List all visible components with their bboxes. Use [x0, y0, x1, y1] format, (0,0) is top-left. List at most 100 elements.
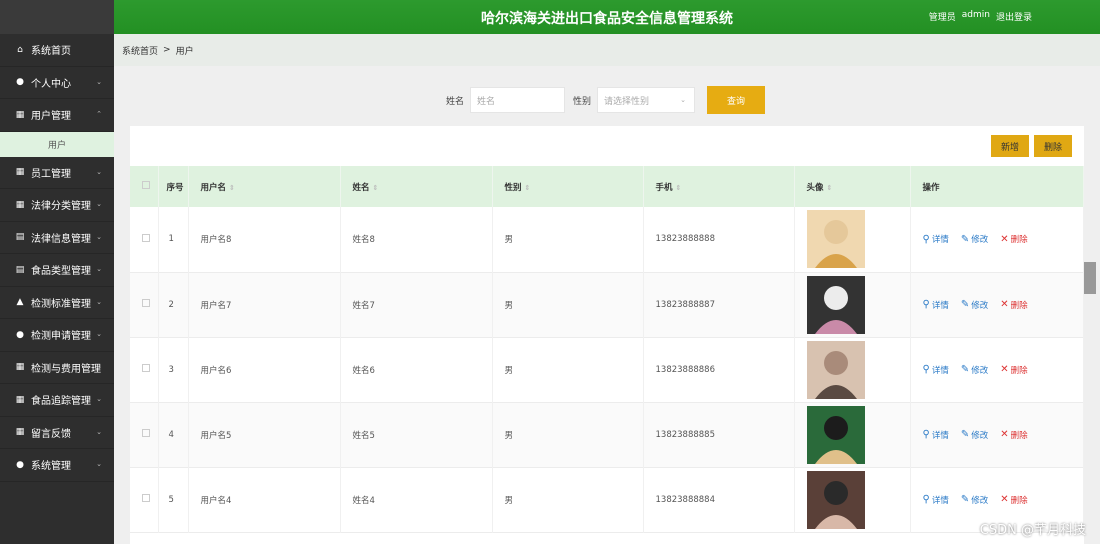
detail-button[interactable]: ⚲ 详情: [922, 233, 949, 246]
delete-button[interactable]: ✕ 删除: [1000, 233, 1028, 246]
edit-label: 修改: [971, 235, 989, 246]
row-username: 用户名4: [188, 467, 341, 532]
row-checkbox[interactable]: [130, 272, 159, 337]
edit-button[interactable]: ✎ 修改: [961, 494, 988, 506]
row-gender: 男: [492, 467, 644, 532]
delete-button[interactable]: ✕ 删除: [1000, 364, 1027, 376]
bulb-icon: ●: [16, 329, 24, 340]
gender-select[interactable]: 请选择性别 ⌄: [597, 87, 696, 113]
sidebar: ⌂ 系统首页 ● 个人中心 ⌄ ▦ 用户管理 ⌃ 用户 ▦ 员工管理 ⌄ ▦ 法律分类管理 ⌄ ▤ 法律信息管理…: [0, 0, 114, 544]
add-button[interactable]: 新增: [991, 135, 1029, 157]
search-icon: ⚲: [922, 233, 930, 245]
batch-delete-button[interactable]: 删除: [1034, 135, 1072, 157]
sidebar-item[interactable]: ⌂ 系统首页: [0, 34, 114, 67]
detail-label: 详情: [931, 235, 949, 246]
select-all-checkbox[interactable]: [130, 166, 159, 207]
col-username[interactable]: 用户名 ⇕: [188, 166, 341, 207]
row-phone: 13823888884: [643, 467, 795, 532]
row-gender: 男: [492, 402, 644, 467]
delete-label: 删除: [1010, 365, 1028, 376]
row-name: 姓名5: [340, 402, 493, 467]
row-checkbox[interactable]: [130, 467, 159, 532]
detail-button[interactable]: ⚲ 详情: [923, 429, 949, 441]
close-icon: ✕: [1000, 233, 1009, 245]
watermark: CSDN @芊月科技: [979, 523, 1086, 538]
sidebar-item[interactable]: ▦ 用户管理 ⌃: [0, 99, 114, 132]
search-form: 姓名 姓名 性别 请选择性别 ⌄ 查询: [446, 86, 766, 114]
clipboard-icon: ▤: [15, 232, 25, 243]
logout-link[interactable]: 退出登录: [996, 10, 1032, 23]
delete-button[interactable]: ✕ 删除: [1000, 299, 1027, 311]
row-avatar: [794, 272, 911, 337]
grid-icon: ▦: [15, 394, 25, 405]
sidebar-item[interactable]: ▦ 法律分类管理 ⌄: [0, 189, 114, 222]
delete-button[interactable]: ✕ 删除: [1000, 494, 1027, 506]
chevron-icon: ⌄: [96, 232, 102, 241]
detail-button[interactable]: ⚲ 详情: [923, 299, 949, 311]
delete-label: 删除: [1010, 235, 1028, 246]
edit-label: 修改: [971, 300, 989, 311]
sidebar-item[interactable]: ▦ 食品追踪管理 ⌄: [0, 384, 114, 417]
col-avatar[interactable]: 头像 ⇕: [794, 166, 911, 207]
chevron-icon: ⌄: [96, 297, 102, 306]
row-phone: 13823888885: [643, 402, 795, 467]
chevron-down-icon: ⌄: [680, 96, 687, 104]
sidebar-item[interactable]: ▲ 检测标准管理 ⌄: [0, 287, 114, 319]
row-phone: 13823888887: [643, 272, 795, 337]
row-checkbox[interactable]: [130, 207, 159, 272]
home-icon: ⌂: [17, 44, 23, 55]
page-scrollbar[interactable]: [1084, 262, 1096, 294]
sidebar-item[interactable]: ▦ 留言反馈 ⌄: [0, 417, 114, 449]
name-search-input[interactable]: 姓名: [470, 87, 566, 113]
sidebar-item-label: 用户管理: [31, 111, 71, 123]
sidebar-item[interactable]: ▤ 法律信息管理 ⌄: [0, 222, 114, 254]
avatar-image: [806, 340, 865, 399]
detail-button[interactable]: ⚲ 详情: [923, 494, 949, 506]
row-index: 2: [158, 272, 189, 337]
gender-select-placeholder: 请选择性别: [604, 96, 650, 107]
chevron-icon: ⌄: [96, 362, 102, 371]
search-icon: ⚲: [922, 299, 930, 310]
chevron-icon: ⌄: [96, 427, 102, 436]
col-name[interactable]: 姓名 ⇕: [340, 166, 493, 207]
sidebar-item-label: 检测与费用管理: [31, 363, 101, 375]
row-checkbox[interactable]: [130, 402, 159, 467]
chevron-icon: ⌄: [96, 200, 102, 208]
chevron-icon: ⌄: [96, 330, 102, 338]
table-body: 1 用户名8 姓名8 男 13823888888 ⚲ 详情 ✎ 修改 ✕ 删除 2 用户名7 姓名7 男 13…: [130, 207, 1084, 532]
breadcrumb-home[interactable]: 系统首页: [122, 44, 158, 57]
sidebar-item[interactable]: ▤ 食品类型管理 ⌄: [0, 254, 114, 287]
search-icon: ⚲: [922, 364, 930, 375]
sidebar-subitem-user[interactable]: 用户: [0, 131, 114, 157]
delete-button[interactable]: ✕ 删除: [1000, 429, 1027, 441]
detail-button[interactable]: ⚲ 详情: [923, 364, 949, 376]
sidebar-item[interactable]: ▦ 检测与费用管理 ⌄: [0, 352, 114, 384]
row-checkbox[interactable]: [130, 337, 159, 402]
edit-button[interactable]: ✎ 修改: [961, 429, 988, 441]
detail-label: 详情: [931, 300, 949, 311]
sidebar-item[interactable]: ● 检测申请管理 ⌄: [0, 319, 114, 352]
edit-button[interactable]: ✎ 修改: [961, 233, 989, 246]
row-avatar: [794, 467, 911, 532]
row-gender: 男: [492, 207, 644, 272]
sidebar-item[interactable]: ● 个人中心 ⌄: [0, 67, 114, 99]
pencil-icon: ✎: [960, 299, 970, 310]
user-table: 序号 用户名 ⇕ 姓名 ⇕ 性别 ⇕ 手机 ⇕ 头像 ⇕ 操作 1 用户名8 姓名8 男 1382…: [130, 166, 1084, 533]
query-button[interactable]: 查询: [707, 86, 766, 114]
row-index: 3: [158, 337, 189, 402]
sidebar-item[interactable]: ● 系统管理 ⌄: [0, 449, 114, 482]
sidebar-item[interactable]: ▦ 员工管理 ⌄: [0, 157, 114, 189]
col-gender[interactable]: 性别 ⇕: [492, 166, 644, 207]
chevron-icon: ⌄: [96, 460, 102, 468]
edit-button[interactable]: ✎ 修改: [961, 364, 988, 376]
breadcrumb-current: 用户: [175, 46, 194, 57]
row-index: 1: [158, 207, 189, 272]
edit-button[interactable]: ✎ 修改: [961, 299, 988, 311]
col-phone[interactable]: 手机 ⇕: [643, 166, 795, 207]
avatar-image: [806, 405, 865, 464]
row-avatar: [794, 207, 911, 272]
delete-label: 删除: [1010, 300, 1028, 311]
edit-label: 修改: [971, 365, 989, 376]
sort-icon: ⇕: [826, 183, 833, 192]
grid-icon: ▦: [15, 362, 25, 373]
